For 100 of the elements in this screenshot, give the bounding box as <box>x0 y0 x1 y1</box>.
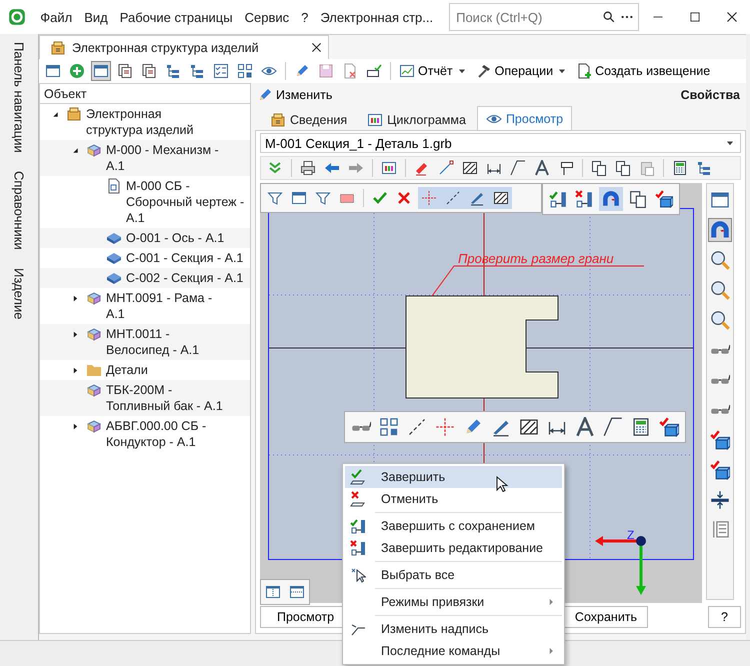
copy-icon <box>591 160 607 176</box>
tab[interactable]: Сведения <box>261 108 356 130</box>
menu-item[interactable]: Завершить с сохранением <box>345 515 562 537</box>
tree-item-label: С-001 - Секция - А.1 <box>126 250 244 266</box>
menu-item[interactable]: ? <box>295 10 314 24</box>
document-icon <box>106 178 122 194</box>
document-cross-icon <box>342 63 358 79</box>
tab[interactable]: Циклограмма <box>358 108 475 130</box>
toolbar-button[interactable] <box>508 158 528 178</box>
menu-item[interactable]: Рабочие страницы <box>114 10 239 24</box>
magnifier-icon <box>710 250 730 270</box>
window-title: Электронная стр... <box>319 10 434 24</box>
tree-item-label: ТБК-200М - Топливный бак - А.1 <box>106 382 224 414</box>
check-plane-icon <box>350 469 366 485</box>
floppy-icon <box>318 63 334 79</box>
cubes-icon <box>86 326 102 342</box>
side-panel-tab[interactable]: Справочники <box>12 170 26 250</box>
tree-item-label: МНТ.0011 - Велосипед - А.1 <box>106 326 200 358</box>
triangle-icon <box>50 110 60 118</box>
check-icon <box>372 190 388 206</box>
toolbar-button[interactable] <box>589 158 609 178</box>
magnifier-icon <box>710 280 730 300</box>
window-icon <box>45 63 61 79</box>
panel-title: Свойства <box>680 88 740 102</box>
line-segment-icon <box>438 160 454 176</box>
cubes-icon <box>86 418 102 434</box>
tiles-icon <box>379 417 399 437</box>
tree-row[interactable]: М-000 - Механизм - А.1 <box>40 140 250 176</box>
magnet-icon <box>710 220 730 240</box>
leader-icon <box>510 160 526 176</box>
tree-row[interactable]: С-002 - Секция - А.1 <box>40 268 250 288</box>
cube-check-icon <box>710 460 730 480</box>
menu-item[interactable]: Выбрать все <box>345 564 562 586</box>
tree-item-label: С-002 - Секция - А.1 <box>126 270 244 286</box>
search-box[interactable]: Поиск (Ctrl+Q) <box>449 3 640 31</box>
tab[interactable]: Просмотр <box>476 106 572 130</box>
tree-item-label: О-001 - Ось - А.1 <box>126 230 226 246</box>
cross-block-icon <box>575 190 593 208</box>
box-icon <box>270 112 286 128</box>
toolbar-button[interactable] <box>298 158 318 178</box>
app-logo-icon <box>8 8 26 26</box>
axis-label: Z <box>627 528 634 542</box>
block-icon <box>106 270 122 286</box>
hammer-icon <box>476 63 492 79</box>
tree-row[interactable]: ТБК-200М - Топливный бак - А.1 <box>40 380 250 416</box>
document-tab[interactable]: Электронная структура изделий <box>39 35 329 59</box>
folder-icon <box>86 362 102 378</box>
window-icon <box>710 190 730 210</box>
toolbar-button[interactable] <box>708 458 732 482</box>
hatch-icon <box>462 160 478 176</box>
menu-item[interactable]: Отменить <box>345 488 562 510</box>
tree-item-label: Электронная структура изделий <box>86 106 195 138</box>
tab-title: Электронная структура изделий <box>72 40 259 54</box>
pencil-icon <box>414 160 430 176</box>
toolbar-button[interactable] <box>627 188 649 210</box>
window-icon <box>291 190 307 206</box>
check-block-icon <box>549 190 567 208</box>
edit-button[interactable]: Изменить <box>255 85 334 105</box>
menu-item[interactable]: Сервис <box>238 10 296 24</box>
save-button[interactable]: Сохранить <box>564 606 648 628</box>
checklist-icon <box>213 63 229 79</box>
menu-item[interactable]: Завершить редактирование <box>345 537 562 559</box>
toolbar-button[interactable] <box>601 415 625 439</box>
toolbar-button[interactable] <box>657 415 681 439</box>
tiles-icon <box>237 63 253 79</box>
pages-icon <box>117 63 133 79</box>
funnel-icon <box>267 190 283 206</box>
create-notice-button[interactable]: Создать извещение <box>574 61 712 81</box>
menu-item[interactable]: Последние команды <box>345 640 562 662</box>
search-icon <box>602 10 616 24</box>
chart-icon <box>399 63 415 79</box>
block-icon <box>106 230 122 246</box>
dashed-line-icon <box>445 190 461 206</box>
cross-block-icon <box>350 540 366 556</box>
toolbar-button[interactable] <box>708 428 732 452</box>
help-button[interactable]: ? <box>708 606 741 628</box>
letter-a-icon <box>575 417 595 437</box>
tree-row[interactable]: О-001 - Ось - А.1 <box>40 228 250 248</box>
box-icon <box>50 40 66 56</box>
cubes-icon <box>86 142 102 158</box>
operations-button[interactable]: Операции <box>474 61 570 81</box>
toolbar-button[interactable] <box>653 188 675 210</box>
side-panel-tab[interactable]: Панель навигации <box>12 42 26 153</box>
tray-check-icon <box>366 63 382 79</box>
mouse-pointer-icon <box>495 476 511 492</box>
tree-item-label: М-000 - Механизм - А.1 <box>106 142 220 174</box>
split-view-icon <box>265 584 281 600</box>
pen-icon <box>469 190 485 206</box>
list-icon <box>165 63 181 79</box>
close-icon <box>726 11 738 23</box>
double-chevron-icon <box>267 160 283 176</box>
toolbar-button[interactable] <box>613 158 633 178</box>
printer-icon <box>300 160 316 176</box>
menu-item[interactable]: Файл <box>34 10 78 24</box>
report-button[interactable]: Отчёт <box>397 61 470 81</box>
tree-row[interactable]: МНТ.0011 - Велосипед - А.1 <box>40 324 250 360</box>
toolbar-button[interactable] <box>532 158 552 178</box>
side-panel-tab[interactable]: Изделие <box>12 268 26 320</box>
menu-item[interactable]: Вид <box>78 10 114 24</box>
file-dropdown[interactable]: M-001 Секция_1 - Деталь 1.grb <box>260 133 741 153</box>
